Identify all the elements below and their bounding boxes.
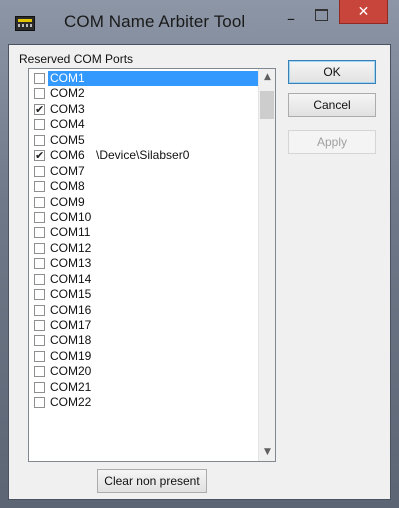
port-name: COM19 (50, 348, 92, 363)
port-name: COM15 (50, 287, 92, 302)
port-list-item[interactable]: COM8 (29, 179, 259, 194)
checkbox[interactable] (34, 381, 45, 393)
checked-checkbox[interactable]: ✔ (34, 103, 45, 115)
close-button[interactable]: ✕ (339, 0, 388, 24)
port-list-item[interactable]: COM16 (29, 303, 259, 318)
window-title: COM Name Arbiter Tool (64, 12, 246, 31)
port-list-item[interactable]: COM18 (29, 333, 259, 348)
port-name: COM18 (50, 333, 92, 348)
port-name: COM12 (50, 240, 92, 255)
port-list: COM1 COM2 ✔ COM3 COM4 COM5 ✔ COM6 \Device\Silabs… (29, 71, 272, 411)
checkbox[interactable] (34, 196, 45, 208)
scroll-thumb[interactable] (260, 91, 274, 119)
port-list-item[interactable]: COM5 (29, 133, 259, 148)
port-name: COM11 (50, 225, 91, 240)
port-list-item[interactable]: ✔ COM6 \Device\Silabser0 (29, 148, 259, 163)
port-list-item[interactable]: COM13 (29, 256, 259, 271)
port-name: COM10 (50, 209, 92, 224)
checkbox[interactable] (34, 73, 45, 84)
port-name: COM1 (48, 71, 272, 86)
checked-checkbox[interactable]: ✔ (34, 150, 45, 162)
port-name: COM3 (50, 101, 85, 116)
checkbox[interactable] (34, 211, 45, 223)
port-name: COM8 (50, 179, 85, 194)
close-icon: ✕ (357, 4, 370, 20)
minimize-icon: – (287, 9, 295, 28)
chevron-up-icon[interactable]: ▲ (259, 69, 275, 86)
checkbox[interactable] (34, 134, 45, 146)
port-list-item[interactable]: ✔ COM3 (29, 102, 259, 117)
port-list-item[interactable]: COM19 (29, 349, 259, 364)
port-device-path: \Device\Silabser0 (96, 148, 190, 163)
port-list-item[interactable]: COM15 (29, 287, 259, 302)
port-list-item[interactable]: COM20 (29, 364, 259, 379)
checkbox[interactable] (34, 181, 45, 193)
port-name: COM14 (50, 271, 92, 286)
checkbox[interactable] (34, 227, 45, 239)
ok-button[interactable]: OK (288, 60, 376, 84)
port-name: COM16 (50, 302, 92, 317)
cancel-button[interactable]: Cancel (288, 93, 376, 117)
checkbox[interactable] (34, 320, 45, 331)
checkbox[interactable] (34, 335, 45, 347)
checkbox[interactable] (34, 397, 45, 409)
port-list-item[interactable]: COM21 (29, 380, 259, 395)
reserved-ports-listbox[interactable]: COM1 COM2 ✔ COM3 COM4 COM5 ✔ COM6 \Device\Silabs… (28, 68, 276, 462)
checkbox[interactable] (34, 242, 45, 254)
port-name: COM2 (50, 86, 85, 101)
port-name: COM22 (50, 395, 92, 410)
checkbox[interactable] (34, 119, 45, 131)
app-window: COM Name Arbiter Tool – ✕ Reserved COM P… (0, 0, 399, 508)
minimize-button[interactable]: – (276, 9, 306, 31)
port-name: COM4 (50, 117, 85, 132)
checkbox[interactable] (34, 273, 45, 285)
checkbox[interactable] (34, 258, 45, 270)
vertical-scrollbar[interactable]: ▲ ▼ (258, 69, 275, 461)
apply-button: Apply (288, 130, 376, 154)
port-list-item[interactable]: COM11 (29, 225, 259, 240)
port-list-item[interactable]: COM14 (29, 272, 259, 287)
port-list-item[interactable]: COM10 (29, 210, 259, 225)
checkbox[interactable] (34, 366, 45, 378)
port-name: COM20 (50, 364, 92, 379)
port-list-item[interactable]: COM1 (29, 71, 272, 86)
chevron-down-icon[interactable]: ▼ (259, 444, 275, 461)
port-name: COM7 (50, 163, 85, 178)
title-bar[interactable]: COM Name Arbiter Tool – ✕ (0, 0, 399, 44)
port-list-item[interactable]: COM22 (29, 395, 259, 410)
maximize-icon (315, 9, 328, 21)
port-list-item[interactable]: COM17 (29, 318, 259, 333)
checkbox[interactable] (34, 165, 45, 177)
port-list-item[interactable]: COM2 (29, 86, 259, 101)
port-name: COM6 (50, 148, 85, 163)
port-list-item[interactable]: COM12 (29, 241, 259, 256)
port-name: COM13 (50, 256, 92, 271)
port-name: COM5 (50, 132, 85, 147)
maximize-button[interactable] (306, 2, 336, 24)
port-name: COM17 (50, 318, 92, 332)
checkbox[interactable] (34, 304, 45, 316)
serial-port-icon[interactable] (15, 16, 35, 31)
reserved-ports-label: Reserved COM Ports (19, 52, 134, 66)
checkbox[interactable] (34, 88, 45, 100)
checkbox[interactable] (34, 350, 45, 362)
clear-non-present-button[interactable]: Clear non present (97, 469, 207, 493)
port-list-item[interactable]: COM7 (29, 164, 259, 179)
checkbox[interactable] (34, 289, 45, 301)
port-name: COM21 (50, 379, 92, 394)
port-name: COM9 (50, 194, 85, 209)
port-list-item[interactable]: COM4 (29, 117, 259, 132)
port-list-item[interactable]: COM9 (29, 195, 259, 210)
